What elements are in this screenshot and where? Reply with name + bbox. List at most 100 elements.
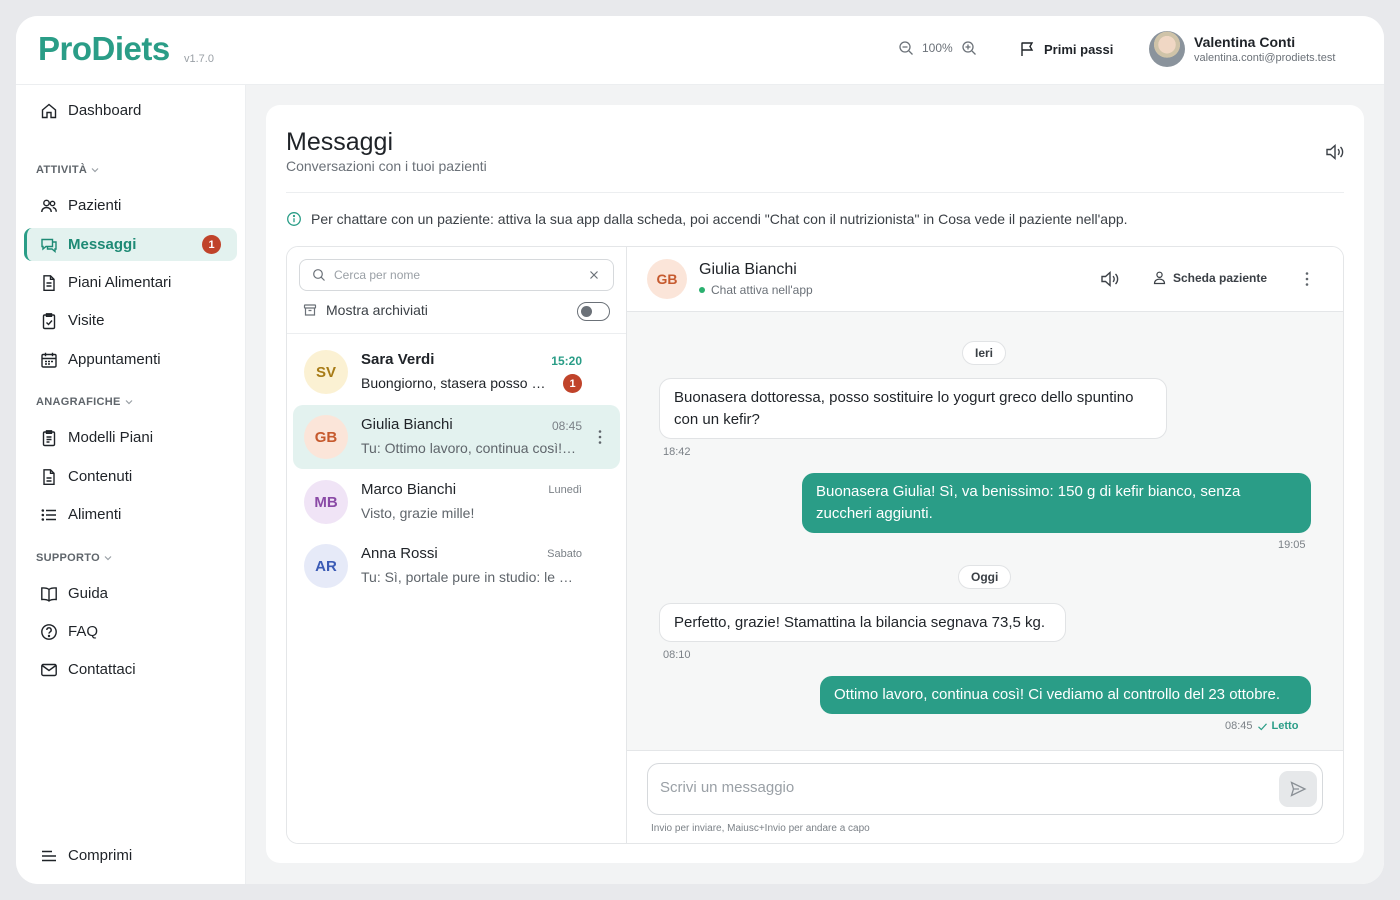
sidebar-item-label: Contenuti bbox=[68, 468, 133, 485]
sidebar-item-label: FAQ bbox=[68, 623, 99, 640]
sidebar-item-label: Alimenti bbox=[68, 506, 122, 523]
message-time: 08:45 bbox=[1225, 720, 1253, 732]
read-check-icon bbox=[1257, 722, 1267, 730]
conversation-time: 08:45 bbox=[551, 419, 582, 433]
calendar-icon bbox=[41, 352, 57, 368]
message-composer: Invio per inviare, Maiusc+Invio per anda… bbox=[627, 750, 1343, 843]
conversation-item-anna-rossi[interactable]: AR Anna Rossi Sabato Tu: Sì, portale pur… bbox=[293, 534, 620, 598]
conversation-name: Marco Bianchi bbox=[361, 481, 457, 498]
show-archived-row: Mostra archiviati bbox=[303, 302, 428, 318]
sidebar-item-guida[interactable]: Guida bbox=[24, 577, 237, 610]
sidebar: Dashboard ATTIVITÀ Pazienti Messaggi 1 P… bbox=[16, 85, 246, 884]
app-version: v1.7.0 bbox=[184, 53, 214, 65]
conversation-time: Sabato bbox=[547, 548, 582, 560]
user-email: valentina.conti@prodiets.test bbox=[1194, 52, 1336, 64]
message-time: 18:42 bbox=[663, 446, 691, 458]
section-activity[interactable]: ATTIVITÀ bbox=[36, 164, 100, 176]
conversation-avatar: GB bbox=[304, 415, 348, 459]
send-button[interactable] bbox=[1279, 771, 1317, 807]
patient-card-button[interactable]: Scheda paziente bbox=[1152, 270, 1267, 285]
clipboard-list-icon bbox=[42, 429, 56, 446]
sidebar-item-piani-alimentari[interactable]: Piani Alimentari bbox=[24, 266, 237, 299]
sidebar-item-label: Contattaci bbox=[68, 661, 136, 678]
unread-badge: 1 bbox=[563, 374, 582, 393]
search-icon bbox=[313, 269, 325, 281]
thread-avatar: GB bbox=[647, 259, 687, 299]
collapse-sidebar-button[interactable]: Comprimi bbox=[24, 839, 237, 872]
more-options-icon[interactable] bbox=[592, 427, 608, 447]
zoom-in-icon[interactable] bbox=[961, 40, 977, 56]
sidebar-item-dashboard[interactable]: Dashboard bbox=[24, 94, 237, 127]
chat-thread: GB Giulia Bianchi Chat attiva nell'app S… bbox=[627, 247, 1343, 843]
thread-status-text: Chat attiva nell'app bbox=[711, 283, 813, 297]
sidebar-item-modelli-piani[interactable]: Modelli Piani bbox=[24, 421, 237, 454]
sidebar-item-contattaci[interactable]: Contattaci bbox=[24, 653, 237, 686]
conversation-preview: Visto, grazie mille! bbox=[361, 505, 475, 521]
user-name: Valentina Conti bbox=[1194, 34, 1296, 50]
send-icon bbox=[1290, 781, 1307, 797]
sidebar-item-alimenti[interactable]: Alimenti bbox=[24, 498, 237, 531]
composer-hint: Invio per inviare, Maiusc+Invio per anda… bbox=[651, 823, 870, 834]
conversation-preview: Tu: Sì, portale pure in studio: le guard… bbox=[361, 569, 576, 585]
sidebar-item-faq[interactable]: FAQ bbox=[24, 615, 237, 648]
sound-icon[interactable] bbox=[1099, 268, 1121, 290]
clear-search-icon[interactable] bbox=[587, 268, 601, 282]
conversation-item-sara-verdi[interactable]: SV Sara Verdi 15:20 Buongiorno, stasera … bbox=[293, 340, 620, 404]
patient-card-label: Scheda paziente bbox=[1173, 270, 1268, 285]
conversation-avatar: MB bbox=[304, 480, 348, 524]
search-field bbox=[299, 259, 614, 291]
show-archived-toggle[interactable] bbox=[577, 302, 610, 321]
conversation-item-giulia-bianchi[interactable]: GB Giulia Bianchi 08:45 Tu: Ottimo lavor… bbox=[293, 405, 620, 469]
section-support-label: SUPPORTO bbox=[36, 552, 100, 564]
sidebar-item-label: Messaggi bbox=[68, 236, 137, 253]
sidebar-item-label: Visite bbox=[68, 312, 105, 329]
user-menu[interactable]: Valentina Conti valentina.conti@prodiets… bbox=[1149, 31, 1335, 67]
sidebar-item-label: Comprimi bbox=[68, 847, 133, 864]
thread-status: Chat attiva nell'app bbox=[699, 283, 813, 297]
help-circle-icon bbox=[41, 623, 57, 640]
conversation-avatar: AR bbox=[304, 544, 348, 588]
unread-badge: 1 bbox=[202, 235, 221, 254]
header-divider bbox=[286, 192, 1344, 193]
zoom-control: 100% bbox=[898, 40, 977, 56]
section-registry[interactable]: ANAGRAFICHE bbox=[36, 396, 134, 408]
sidebar-item-label: Dashboard bbox=[68, 102, 142, 119]
message-time: 19:05 bbox=[1278, 539, 1306, 551]
user-icon bbox=[1153, 271, 1166, 285]
message-input[interactable] bbox=[660, 779, 1260, 801]
sidebar-item-contenuti[interactable]: Contenuti bbox=[24, 460, 237, 493]
conversation-name: Anna Rossi bbox=[361, 545, 438, 562]
sidebar-item-appuntamenti[interactable]: Appuntamenti bbox=[24, 343, 237, 376]
getting-started-button[interactable]: Primi passi bbox=[1019, 40, 1113, 58]
message-bubble-incoming: Perfetto, grazie! Stamattina la bilancia… bbox=[659, 603, 1066, 642]
clipboard-check-icon bbox=[42, 312, 56, 329]
sidebar-item-visite[interactable]: Visite bbox=[24, 304, 237, 337]
conversation-item-marco-bianchi[interactable]: MB Marco Bianchi Lunedì Visto, grazie mi… bbox=[293, 470, 620, 534]
app-logo[interactable]: ProDiets bbox=[38, 30, 170, 68]
section-support[interactable]: SUPPORTO bbox=[36, 552, 113, 564]
more-options-icon[interactable] bbox=[1299, 269, 1315, 289]
conversation-time: Lunedì bbox=[548, 484, 582, 496]
list-divider bbox=[287, 333, 626, 334]
flag-icon bbox=[1021, 42, 1034, 56]
document-icon bbox=[43, 274, 55, 291]
getting-started-label: Primi passi bbox=[1044, 41, 1114, 57]
notification-sound-icon[interactable] bbox=[1324, 141, 1346, 163]
sidebar-item-messaggi[interactable]: Messaggi 1 bbox=[24, 228, 237, 261]
info-banner: Per chattare con un paziente: attiva la … bbox=[286, 211, 1128, 227]
online-dot bbox=[699, 287, 705, 293]
search-input[interactable] bbox=[334, 268, 579, 282]
archive-icon bbox=[303, 304, 317, 316]
message-bubble-outgoing: Ottimo lavoro, continua così! Ci vediamo… bbox=[820, 676, 1311, 714]
page-title: Messaggi bbox=[286, 128, 393, 156]
sidebar-item-pazienti[interactable]: Pazienti bbox=[24, 189, 237, 222]
main-area: Messaggi Conversazioni con i tuoi pazien… bbox=[246, 85, 1384, 884]
top-bar: ProDiets v1.7.0 100% Primi passi Valenti… bbox=[16, 16, 1384, 85]
read-status: Letto bbox=[1271, 720, 1299, 732]
thread-patient-name: Giulia Bianchi bbox=[699, 261, 797, 278]
conversation-list: Mostra archiviati SV Sara Verdi 15:20 Bu… bbox=[287, 247, 627, 843]
conversation-name: Sara Verdi bbox=[361, 351, 435, 368]
zoom-out-icon[interactable] bbox=[898, 40, 914, 56]
sidebar-item-label: Piani Alimentari bbox=[68, 274, 172, 291]
info-text: Per chattare con un paziente: attiva la … bbox=[311, 211, 1128, 227]
